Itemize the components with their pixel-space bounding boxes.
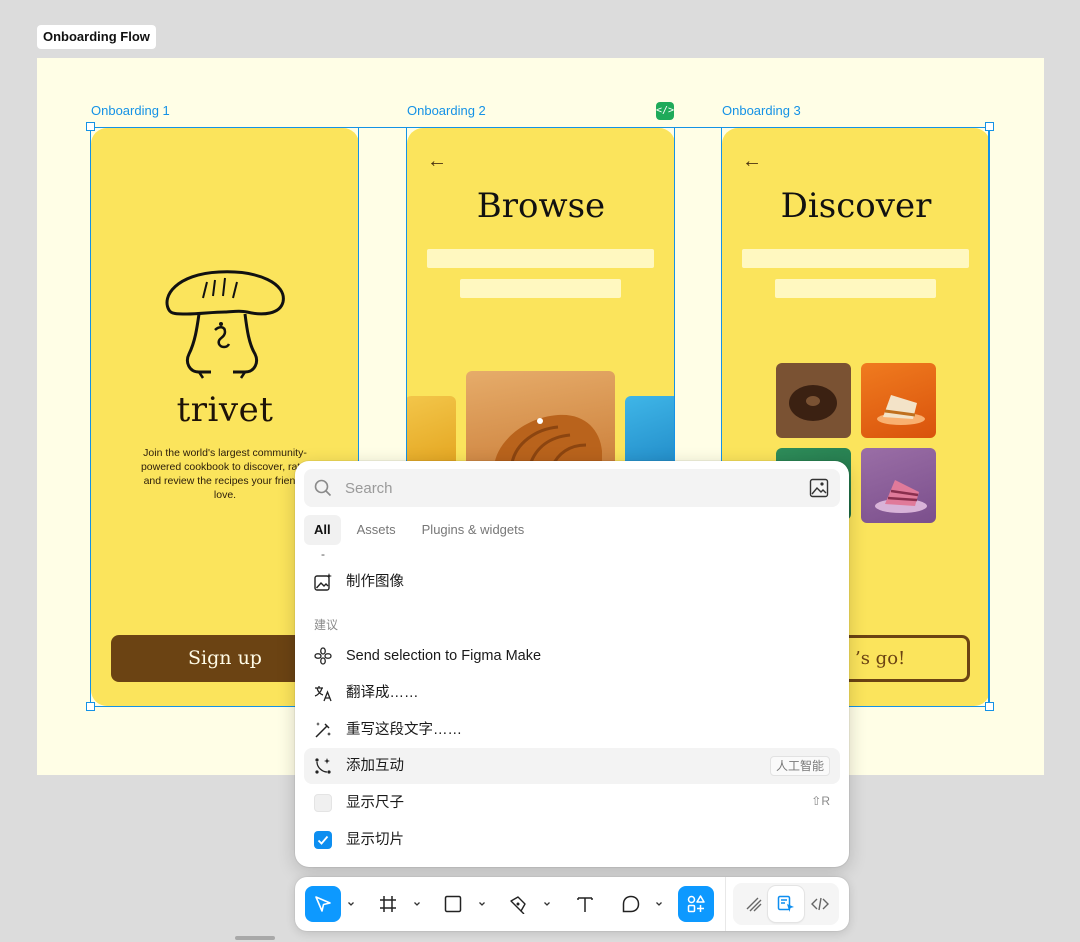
menu-item-label: 显示尺子 (346, 795, 404, 811)
frame-label-onboarding-2[interactable]: Onboarding 2 (407, 103, 486, 118)
suggestions-label: 建议 (314, 618, 339, 632)
draw-mode-button[interactable] (736, 886, 772, 922)
shape-tool-button[interactable] (435, 886, 471, 922)
draw-icon (746, 897, 762, 912)
chevron-down-icon[interactable] (654, 899, 664, 909)
ai-badge: 人工智能 (769, 756, 830, 776)
shortcut-hint: ⇧R (811, 794, 830, 808)
menu-item-make-image[interactable]: 制作图像 (304, 564, 840, 600)
comment-icon (622, 895, 640, 913)
pen-icon (510, 896, 526, 914)
resize-handle-bottom-left[interactable] (86, 702, 95, 711)
chevron-down-icon[interactable] (542, 899, 552, 909)
rectangle-icon (444, 895, 462, 913)
comment-tool-button[interactable] (613, 886, 649, 922)
tab-all[interactable]: All (304, 515, 341, 545)
menu-item-show-rulers[interactable]: 显示尺子 ⇧R (304, 785, 840, 821)
frame-label-onboarding-3[interactable]: Onboarding 3 (722, 103, 801, 118)
scrollbar-handle[interactable] (235, 936, 275, 940)
frame-icon (380, 896, 396, 912)
image-search-icon[interactable] (809, 478, 829, 498)
text-tool-button[interactable] (567, 886, 603, 922)
search-input[interactable] (345, 469, 785, 507)
magic-wand-icon (315, 722, 331, 738)
search-icon (314, 479, 332, 497)
resize-handle-top-left[interactable] (86, 122, 95, 131)
menu-item-label: 制作图像 (346, 574, 404, 590)
code-icon[interactable]: </> (656, 102, 674, 120)
cursor-icon (315, 896, 331, 912)
menu-item-label: 添加互动 (346, 758, 404, 774)
menu-item-label: 翻译成…… (346, 685, 419, 701)
chevron-down-icon[interactable] (477, 899, 487, 909)
tab-plugins-widgets[interactable]: Plugins & widgets (412, 515, 535, 545)
dev-mode-button[interactable] (802, 886, 838, 922)
menu-item-label: Send selection to Figma Make (346, 648, 542, 664)
pen-tool-button[interactable] (500, 886, 536, 922)
actions-menu: All Assets Plugins & widgets - 制作图像 建议 S… (295, 461, 849, 867)
menu-item-translate[interactable]: 翻译成…… (304, 675, 840, 711)
move-tool-button[interactable] (305, 886, 341, 922)
design-mode-button[interactable] (768, 886, 804, 922)
figma-make-icon (314, 647, 332, 665)
rulers-checkbox[interactable] (314, 794, 332, 812)
separator-dash: - (321, 547, 325, 561)
code-brackets-icon (811, 897, 829, 911)
toolbar-divider (725, 877, 726, 931)
search-bar[interactable] (304, 469, 840, 507)
tab-assets[interactable]: Assets (347, 515, 406, 545)
menu-item-add-interaction[interactable]: 添加互动 人工智能 (304, 748, 840, 784)
mode-switcher (733, 883, 839, 925)
text-icon (577, 897, 593, 912)
slices-checkbox[interactable] (314, 831, 332, 849)
frame-tool-button[interactable] (370, 886, 406, 922)
translate-icon (314, 686, 332, 702)
actions-icon (687, 895, 705, 913)
menu-item-send-to-figma-make[interactable]: Send selection to Figma Make (304, 638, 840, 674)
design-icon (777, 895, 794, 912)
menu-item-show-slices[interactable]: 显示切片 (304, 822, 840, 858)
image-sparkle-icon (314, 573, 332, 591)
actions-tool-button[interactable] (678, 886, 714, 922)
resize-handle-bottom-right[interactable] (985, 702, 994, 711)
bottom-toolbar (295, 877, 849, 931)
chevron-down-icon[interactable] (412, 899, 422, 909)
interaction-icon (315, 758, 331, 774)
search-tabs: All Assets Plugins & widgets (304, 515, 534, 545)
section-title[interactable]: Onboarding Flow (37, 25, 156, 49)
checkmark-icon (317, 835, 329, 845)
menu-item-label: 显示切片 (346, 832, 404, 848)
chevron-down-icon[interactable] (346, 899, 356, 909)
menu-item-label: 重写这段文字…… (346, 722, 462, 738)
frame-label-onboarding-1[interactable]: Onboarding 1 (91, 103, 170, 118)
menu-item-rewrite-text[interactable]: 重写这段文字…… (304, 712, 840, 748)
resize-handle-top-right[interactable] (985, 122, 994, 131)
